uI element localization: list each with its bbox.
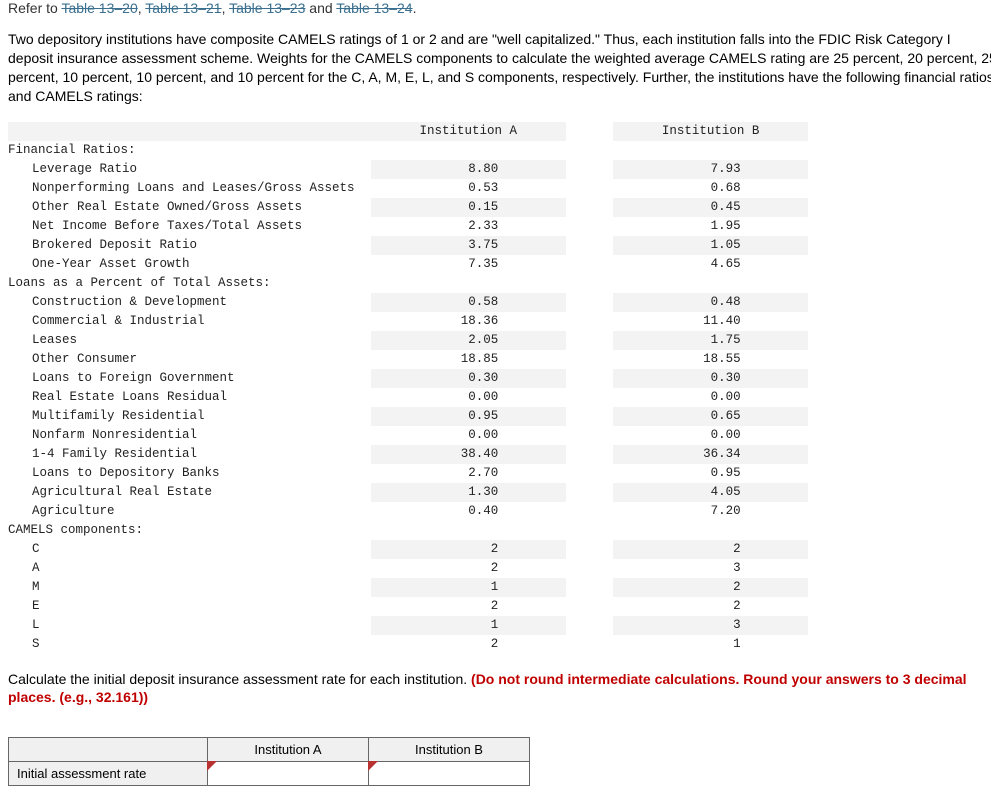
row-value-b: 7.20 [613, 502, 808, 521]
answer-col-a: Institution A [208, 738, 369, 762]
flag-icon [207, 761, 217, 771]
answer-cell-b [369, 762, 530, 786]
row-value-b: 1.75 [613, 331, 808, 350]
answer-blank-header [9, 738, 208, 762]
row-value-b: 3 [613, 616, 808, 635]
answer-row-label: Initial assessment rate [9, 762, 208, 786]
row-label: Agriculture [8, 502, 371, 521]
row-label: Leverage Ratio [8, 160, 371, 179]
row-value-a: 0.40 [371, 502, 566, 521]
row-value-b: 1.95 [613, 217, 808, 236]
row-value-a: 0.53 [371, 179, 566, 198]
section-header: Financial Ratios: [8, 141, 371, 160]
answer-table: Institution A Institution B Initial asse… [8, 737, 530, 786]
row-label: Nonperforming Loans and Leases/Gross Ass… [8, 179, 371, 198]
row-label: 1-4 Family Residential [8, 445, 371, 464]
row-label: S [8, 635, 371, 654]
row-value-a: 2.33 [371, 217, 566, 236]
refer-prefix: Refer to [8, 0, 61, 16]
row-value-a: 0.95 [371, 407, 566, 426]
row-value-a: 38.40 [371, 445, 566, 464]
row-value-b: 0.45 [613, 198, 808, 217]
answer-cell-a [208, 762, 369, 786]
refer-link-2[interactable]: Table 13–23 [229, 0, 305, 16]
row-value-b: 36.34 [613, 445, 808, 464]
refer-line: Refer to Table 13–20, Table 13–21, Table… [8, 0, 991, 16]
row-value-a: 18.85 [371, 350, 566, 369]
row-value-a: 1.30 [371, 483, 566, 502]
row-value-a: 0.30 [371, 369, 566, 388]
refer-link-0[interactable]: Table 13–20 [61, 0, 137, 16]
row-value-a: 1 [371, 578, 566, 597]
row-value-b: 4.65 [613, 255, 808, 274]
row-value-a: 18.36 [371, 312, 566, 331]
row-value-b: 1 [613, 635, 808, 654]
row-value-a: 3.75 [371, 236, 566, 255]
flag-icon [368, 761, 378, 771]
row-value-a: 0.00 [371, 388, 566, 407]
row-label: M [8, 578, 371, 597]
row-value-a: 1 [371, 616, 566, 635]
refer-link-1[interactable]: Table 13–21 [145, 0, 221, 16]
row-label: Multifamily Residential [8, 407, 371, 426]
row-value-a: 0.00 [371, 426, 566, 445]
table-header-blank [8, 122, 371, 141]
row-label: Leases [8, 331, 371, 350]
row-value-b: 2 [613, 540, 808, 559]
row-value-b: 0.30 [613, 369, 808, 388]
row-value-b: 0.00 [613, 388, 808, 407]
row-label: Brokered Deposit Ratio [8, 236, 371, 255]
answer-input-a[interactable] [208, 762, 368, 785]
row-value-b: 1.05 [613, 236, 808, 255]
section-header: Loans as a Percent of Total Assets: [8, 274, 371, 293]
row-label: Agricultural Real Estate [8, 483, 371, 502]
row-value-b: 0.68 [613, 179, 808, 198]
row-value-a: 7.35 [371, 255, 566, 274]
answer-input-b[interactable] [369, 762, 529, 785]
row-label: Net Income Before Taxes/Total Assets [8, 217, 371, 236]
row-value-b: 11.40 [613, 312, 808, 331]
row-value-a: 2 [371, 559, 566, 578]
section-header: CAMELS components: [8, 521, 371, 540]
refer-link-3[interactable]: Table 13–24 [336, 0, 412, 16]
row-value-b: 7.93 [613, 160, 808, 179]
row-value-b: 4.05 [613, 483, 808, 502]
intro-paragraph: Two depository institutions have composi… [8, 30, 991, 106]
row-value-b: 3 [613, 559, 808, 578]
row-value-b: 2 [613, 578, 808, 597]
row-value-a: 2 [371, 597, 566, 616]
row-value-b: 18.55 [613, 350, 808, 369]
question-text: Calculate the initial deposit insurance … [8, 670, 991, 708]
row-value-a: 0.58 [371, 293, 566, 312]
row-label: Loans to Foreign Government [8, 369, 371, 388]
table-header-a: Institution A [371, 122, 566, 141]
row-label: Nonfarm Nonresidential [8, 426, 371, 445]
row-label: C [8, 540, 371, 559]
row-label: Other Consumer [8, 350, 371, 369]
row-value-a: 0.15 [371, 198, 566, 217]
table-header-b: Institution B [613, 122, 808, 141]
row-label: Real Estate Loans Residual [8, 388, 371, 407]
row-label: Commercial & Industrial [8, 312, 371, 331]
row-label: A [8, 559, 371, 578]
row-value-b: 0.48 [613, 293, 808, 312]
row-value-a: 2 [371, 540, 566, 559]
row-label: L [8, 616, 371, 635]
row-label: E [8, 597, 371, 616]
row-value-b: 0.00 [613, 426, 808, 445]
answer-col-b: Institution B [369, 738, 530, 762]
ratios-table: Institution A Institution B Financial Rati… [8, 122, 808, 654]
row-value-a: 2 [371, 635, 566, 654]
row-label: Construction & Development [8, 293, 371, 312]
row-label: Other Real Estate Owned/Gross Assets [8, 198, 371, 217]
row-value-b: 0.95 [613, 464, 808, 483]
row-value-a: 2.05 [371, 331, 566, 350]
row-value-b: 2 [613, 597, 808, 616]
row-value-a: 2.70 [371, 464, 566, 483]
row-label: Loans to Depository Banks [8, 464, 371, 483]
row-label: One-Year Asset Growth [8, 255, 371, 274]
row-value-b: 0.65 [613, 407, 808, 426]
row-value-a: 8.80 [371, 160, 566, 179]
